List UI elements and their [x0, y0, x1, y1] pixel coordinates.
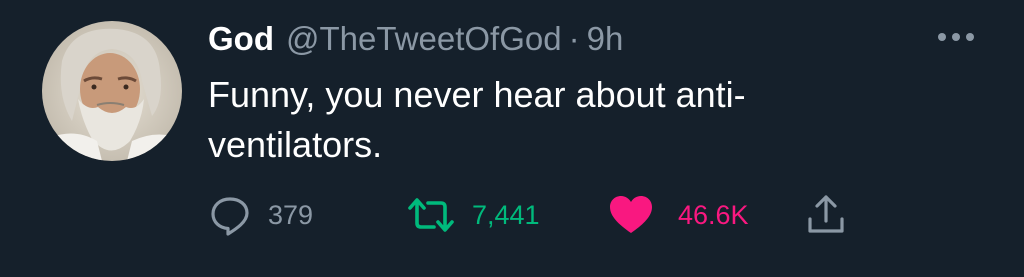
action-bar: 379 7,441 46.6K	[208, 190, 888, 240]
display-name[interactable]: God	[208, 20, 274, 58]
more-options-button[interactable]	[933, 22, 979, 52]
reply-icon	[211, 197, 249, 236]
retweet-icon	[408, 198, 454, 232]
avatar[interactable]	[42, 21, 182, 161]
retweet-count: 7,441	[472, 199, 540, 230]
separator: ·	[568, 20, 580, 57]
reply-count: 379	[268, 199, 314, 230]
more-horizontal-icon	[938, 33, 974, 41]
user-handle[interactable]: @TheTweetOfGod	[286, 20, 562, 58]
tweet-text: Funny, you never hear about anti-ventila…	[208, 74, 746, 165]
share-icon	[808, 195, 844, 233]
timestamp[interactable]: 9h	[587, 20, 624, 58]
tweet-header: God @TheTweetOfGod · 9h	[208, 18, 623, 60]
share-button[interactable]	[804, 190, 848, 240]
reply-button[interactable]: 379	[208, 190, 313, 240]
bearded-man-avatar-icon	[42, 21, 182, 161]
tweet[interactable]: God @TheTweetOfGod · 9h Funny, you never…	[0, 0, 1024, 277]
retweet-button[interactable]: 7,441	[406, 190, 540, 240]
heart-filled-icon	[610, 196, 652, 233]
like-count: 46.6K	[678, 199, 749, 230]
like-button[interactable]: 46.6K	[608, 190, 749, 240]
